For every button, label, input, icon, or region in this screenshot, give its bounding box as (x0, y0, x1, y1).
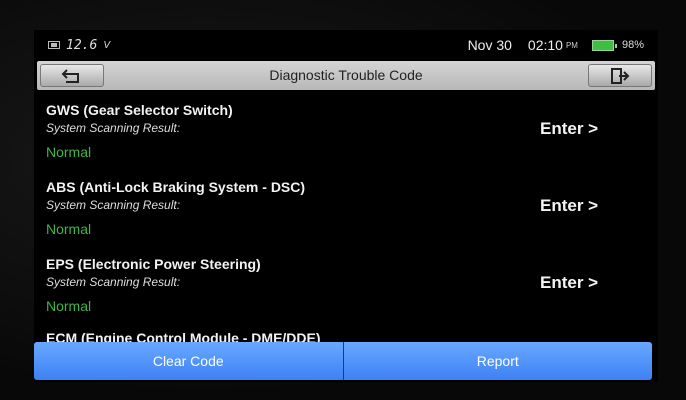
scan-result-label: System Scanning Result: (46, 275, 181, 289)
voltage-value: 12.6 (66, 37, 98, 53)
voltage-indicator: 12.6 V (48, 38, 110, 53)
exit-button[interactable] (588, 64, 652, 87)
scan-result-label: System Scanning Result: (46, 198, 181, 212)
back-arrow-icon (61, 68, 79, 83)
system-name: ABS (Anti-Lock Braking System - DSC) (46, 179, 306, 195)
system-name: GWS (Gear Selector Switch) (46, 102, 233, 118)
exit-door-icon (611, 67, 630, 84)
scan-result-label: System Scanning Result: (46, 121, 181, 135)
system-row-abs[interactable]: ABS (Anti-Lock Braking System - DSC) Sys… (34, 169, 658, 245)
page-title: Diagnostic Trouble Code (269, 67, 423, 83)
enter-button[interactable]: Enter > (540, 196, 598, 216)
title-bar: Diagnostic Trouble Code (37, 61, 655, 90)
scan-status: Normal (46, 144, 92, 160)
scan-status: Normal (46, 298, 92, 314)
status-time: 02:10 (527, 37, 563, 53)
scan-status: Normal (46, 221, 92, 237)
enter-button[interactable]: Enter > (540, 273, 598, 293)
back-button[interactable] (40, 64, 104, 87)
voltage-unit: V (103, 39, 110, 51)
car-battery-icon (48, 41, 60, 49)
report-button[interactable]: Report (343, 342, 652, 380)
battery-icon (591, 39, 617, 51)
status-right: Nov 30 02:10 PM 98% (468, 30, 644, 60)
status-bar: 12.6 V Nov 30 02:10 PM 98% (34, 30, 658, 60)
enter-button[interactable]: Enter > (540, 119, 598, 139)
clear-code-button[interactable]: Clear Code (34, 342, 344, 380)
status-ampm: PM (565, 40, 578, 50)
status-date: Nov 30 (467, 37, 512, 53)
system-name: EPS (Electronic Power Steering) (46, 256, 261, 272)
bottom-action-bar: Clear Code Report (34, 342, 652, 380)
system-row-eps[interactable]: EPS (Electronic Power Steering) System S… (34, 246, 658, 322)
system-row-gws[interactable]: GWS (Gear Selector Switch) System Scanni… (34, 92, 658, 168)
battery-percent: 98% (621, 39, 644, 51)
device-screen: 12.6 V Nov 30 02:10 PM 98% Diagnostic Tr… (34, 30, 658, 382)
